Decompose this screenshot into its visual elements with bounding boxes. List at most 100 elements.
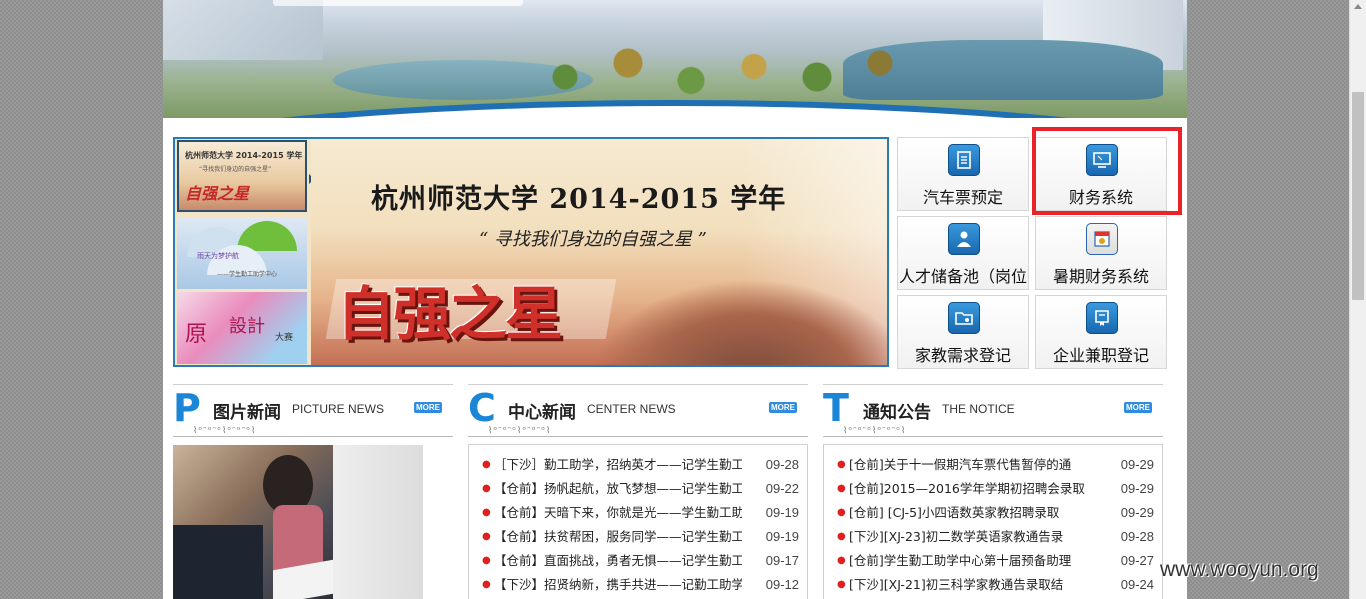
news-title[interactable]: 【仓前】直面挑战，勇者无惧——记学生勤工 [494,549,742,573]
bullet-icon: ● [482,579,491,590]
list-item[interactable]: ● [仓前]2015—2016学年学期初招聘会录取 09-29 [824,477,1162,501]
more-button[interactable]: MORE [1124,402,1152,413]
banner-trees [523,35,943,105]
more-button[interactable]: MORE [769,402,797,413]
list-item[interactable]: ● 【仓前】扶贫帮困，服务同学——记学生勤工 09-19 [469,525,807,549]
divider [173,384,453,385]
list-item[interactable]: ● [下沙][XJ-23]初二数学英语家教通告录 09-28 [824,525,1162,549]
list-item[interactable]: ● 【下沙】招贤纳新，携手共进——记勤工助学 09-12 [469,573,807,597]
list-item[interactable]: ● [仓前]关于十一假期汽车票代售暂停的通 09-29 [824,453,1162,477]
notice-date: 09-29 [1120,457,1154,472]
notice-title[interactable]: [仓前] [CJ-5]小四语数英家教招聘录取 [849,501,1097,525]
bullet-icon: ● [837,507,846,518]
watermark: www.wooyun.org [1160,558,1319,581]
news-date: 09-12 [765,577,799,592]
section-letter: P [173,386,201,430]
thumb-1-title: 杭州师范大学 2014-2015 学年 [185,151,303,160]
list-item[interactable]: ● [仓前]学生勤工助学中心第十届预备助理 09-27 [824,549,1162,573]
bullet-icon: ● [482,459,491,470]
list-item[interactable]: ● [仓前] [CJ-5]小四语数英家教招聘录取 09-29 [824,501,1162,525]
bullet-icon: ● [482,483,491,494]
person-icon [948,223,980,255]
slide-hill [591,279,887,365]
quick-link-part-time[interactable]: 企业兼职登记 [1035,295,1167,369]
scrollbar-thumb[interactable] [1352,92,1364,300]
section-subtitle: CENTER NEWS [587,402,676,416]
news-title[interactable]: 【仓前】扶贫帮困，服务同学——记学生勤工 [494,525,742,549]
bullet-icon: ● [482,555,491,566]
slideshow-thumb-1[interactable]: 杭州师范大学 2014-2015 学年 “寻找我们身边的自强之星” 自强之星 [177,140,307,212]
slide-title: 杭州师范大学 2014-2015 学年 [371,184,787,215]
picture-news-photo[interactable] [173,445,423,599]
notice-title[interactable]: [仓前]学生勤工助学中心第十届预备助理 [849,549,1097,573]
thumb-2-title: 雨天为梦护航 [197,252,239,260]
slideshow: 杭州师范大学 2014-2015 学年 “寻找我们身边的自强之星” 自强之星 雨… [173,137,889,367]
quick-link-talent-pool[interactable]: 人才储备池（岗位 [897,216,1029,290]
center-news-list: ● ［下沙］勤工助学，招纳英才——记学生勤工 09-28 ● 【仓前】扬帆起航，放飞梦… [468,444,808,599]
quick-link-label: 企业兼职登记 [1052,346,1149,365]
quick-link-label: 人才储备池（岗位 [898,267,1027,286]
slide-logo: 自强之星 [337,280,563,348]
section-subtitle: PICTURE NEWS [292,402,385,416]
quick-link-bus-ticket[interactable]: 汽车票预定 [897,137,1029,211]
section-letter: C [468,386,496,430]
folder-icon [948,302,980,334]
page-container: 杭州师范大学 2014-2015 学年 “寻找我们身边的自强之星” 自强之星 雨… [163,0,1187,599]
section-letter: T [823,386,849,430]
section-title[interactable]: 通知公告 [863,398,931,423]
ornament-divider: ⌇ᵒᵔᵒᵔᵒ⌇ᵒᵔᵒᵔᵒ⌇ [173,426,453,437]
thumb-3-char: 原 [185,322,208,347]
calendar-icon [1086,223,1118,255]
notice-list: ● [仓前]关于十一假期汽车票代售暂停的通 09-29 ● [仓前]2015—2016… [823,444,1163,599]
quick-link-summer-finance[interactable]: 暑期财务系统 [1035,216,1167,290]
quick-link-label: 家教需求登记 [914,346,1011,365]
notice-title[interactable]: [仓前]关于十一假期汽车票代售暂停的通 [849,453,1097,477]
notice-date: 09-29 [1120,505,1154,520]
section-title[interactable]: 中心新闻 [508,398,576,423]
notice-title[interactable]: [仓前]2015—2016学年学期初招聘会录取 [849,477,1097,501]
news-title[interactable]: 【下沙】招贤纳新，携手共进——记勤工助学 [494,573,742,597]
news-title[interactable]: ［下沙］勤工助学，招纳英才——记学生勤工 [494,453,742,477]
document-icon [948,144,980,176]
slideshow-thumb-2[interactable]: 雨天为梦护航 ——学生勤工助学中心 [177,217,307,289]
scroll-up-arrow-icon[interactable] [1354,4,1362,9]
quick-link-tutor-request[interactable]: 家教需求登记 [897,295,1029,369]
notice-date: 09-28 [1120,529,1154,544]
vertical-scrollbar[interactable] [1349,0,1366,599]
slide-subtitle: “ 寻找我们身边的自强之星 ” [479,229,707,250]
more-button[interactable]: MORE [414,402,442,413]
news-date: 09-17 [765,553,799,568]
quick-link-finance-system[interactable]: 财务系统 [1035,137,1167,211]
notice-date: 09-24 [1120,577,1154,592]
section-title[interactable]: 图片新闻 [213,398,281,423]
list-item[interactable]: ● 【仓前】天暗下来，你就是光——学生勤工助 09-19 [469,501,807,525]
banner-title-fragment [273,0,523,6]
list-item[interactable]: ● 【仓前】直面挑战，勇者无惧——记学生勤工 09-17 [469,549,807,573]
list-item[interactable]: ● [下沙][XJ-21]初三科学家教通告录取结 09-24 [824,573,1162,597]
slideshow-main-image[interactable]: 杭州师范大学 2014-2015 学年 “ 寻找我们身边的自强之星 ” 自强之星 [311,139,887,365]
ornament-divider: ⌇ᵒᵔᵒᵔᵒ⌇ᵒᵔᵒᵔᵒ⌇ [468,426,808,437]
thumb-1-logo: 自强之星 [185,184,250,203]
news-date: 09-19 [765,505,799,520]
section-header-center-news: C 中心新闻 CENTER NEWS MORE ⌇ᵒᵔᵒᵔᵒ⌇ᵒᵔᵒᵔᵒ⌇ [468,384,808,440]
news-title[interactable]: 【仓前】天暗下来，你就是光——学生勤工助 [494,501,742,525]
list-item[interactable]: ● ［下沙］勤工助学，招纳英才——记学生勤工 09-28 [469,453,807,477]
quick-link-label: 财务系统 [1068,188,1133,207]
notice-title[interactable]: [下沙][XJ-21]初三科学家教通告录取结 [849,573,1097,597]
thumb-3-contest: 大赛 [275,333,294,343]
section-subtitle: THE NOTICE [942,402,1015,416]
photo-shape [333,445,423,599]
slideshow-thumb-3[interactable]: 原 設計 大赛 [177,292,307,364]
notice-title[interactable]: [下沙][XJ-23]初二数学英语家教通告录 [849,525,1097,549]
bullet-icon: ● [482,531,491,542]
news-title[interactable]: 【仓前】扬帆起航，放飞梦想——记学生勤工 [494,477,742,501]
slideshow-thumbnails: 杭州师范大学 2014-2015 学年 “寻找我们身边的自强之星” 自强之星 雨… [175,139,314,365]
list-item[interactable]: ● 【仓前】扬帆起航，放飞梦想——记学生勤工 09-22 [469,477,807,501]
bullet-icon: ● [837,579,846,590]
divider [823,384,1163,385]
bullet-icon: ● [837,555,846,566]
news-date: 09-28 [765,457,799,472]
thumb-1-subtitle: “寻找我们身边的自强之星” [199,166,272,173]
bullet-icon: ● [837,483,846,494]
divider [468,384,808,385]
